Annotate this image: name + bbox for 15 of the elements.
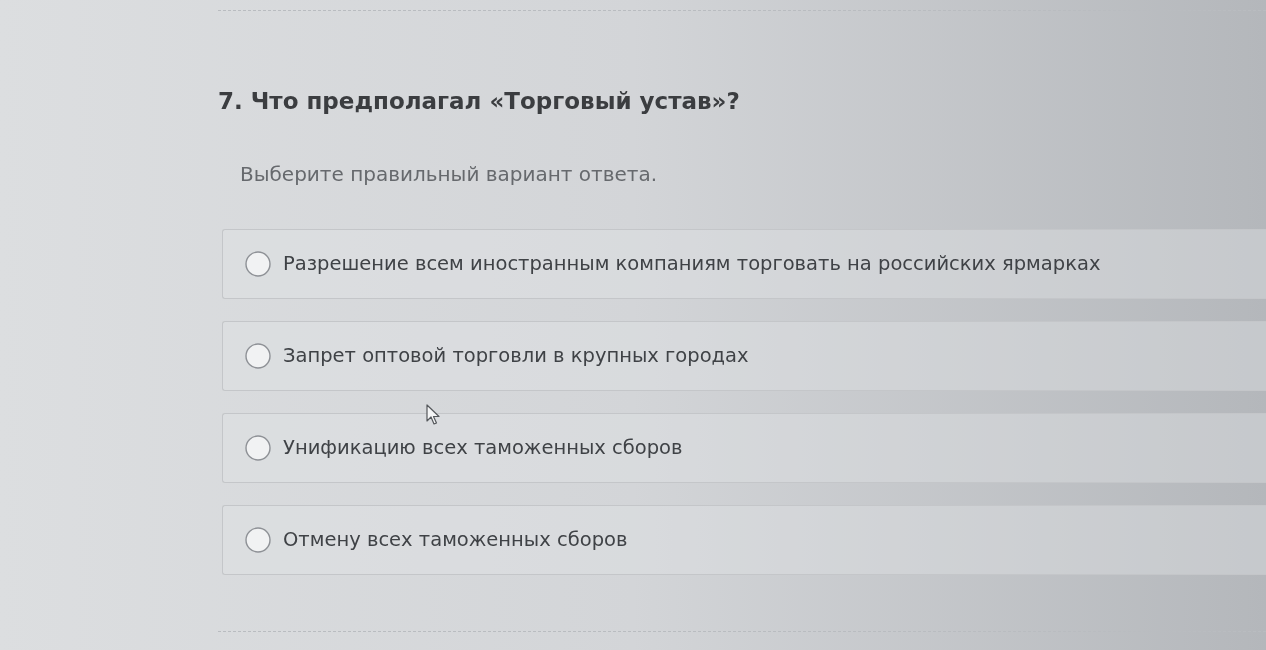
answer-option[interactable]: Разрешение всем иностранным компаниям торговать на российских ярмарках xyxy=(222,229,1266,299)
option-label: Запрет оптовой торговли в крупных городах xyxy=(283,343,749,369)
instruction-text: Выберите правильный вариант ответа. xyxy=(240,161,658,187)
option-label: Отмену всех таможенных сборов xyxy=(283,527,628,553)
answer-option[interactable]: Унификацию всех таможенных сборов xyxy=(222,413,1266,483)
radio-button-icon[interactable] xyxy=(245,527,271,553)
cursor-icon xyxy=(426,404,442,426)
answer-option[interactable]: Запрет оптовой торговли в крупных городах xyxy=(222,321,1266,391)
answer-option[interactable]: Отмену всех таможенных сборов xyxy=(222,505,1266,575)
option-label: Разрешение всем иностранным компаниям торговать на российских ярмарках xyxy=(283,251,1101,277)
radio-button-icon[interactable] xyxy=(245,251,271,277)
radio-button-icon[interactable] xyxy=(245,343,271,369)
question-title: 7. Что предполагал «Торговый устав»? xyxy=(218,87,740,116)
option-label: Унификацию всех таможенных сборов xyxy=(283,435,683,461)
radio-button-icon[interactable] xyxy=(245,435,271,461)
